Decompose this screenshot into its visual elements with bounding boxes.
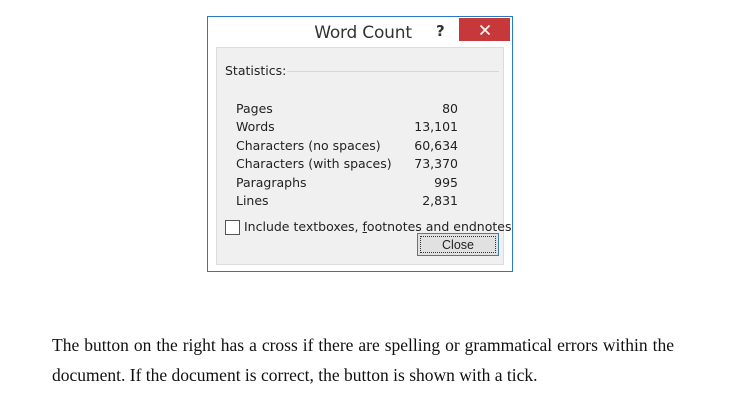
stat-value: 73,370 bbox=[414, 156, 458, 171]
stat-row-characters-with-spaces: Characters (with spaces) 73,370 bbox=[236, 156, 458, 174]
stat-row-characters-no-spaces: Characters (no spaces) 60,634 bbox=[236, 138, 458, 156]
include-textboxes-checkbox[interactable] bbox=[225, 220, 240, 235]
statistics-label: Statistics: bbox=[225, 63, 287, 78]
dialog-client-area: Statistics: Pages 80 Words 13,101 Charac… bbox=[216, 47, 511, 265]
help-button[interactable]: ? bbox=[436, 22, 445, 40]
stat-label: Paragraphs bbox=[236, 175, 307, 190]
stat-value: 13,101 bbox=[414, 119, 458, 134]
close-icon bbox=[479, 24, 490, 35]
close-button[interactable]: Close bbox=[417, 233, 499, 256]
close-window-button[interactable] bbox=[459, 18, 510, 41]
stat-row-words: Words 13,101 bbox=[236, 119, 458, 137]
checkbox-label-before: Include textboxes, bbox=[244, 219, 363, 234]
checkbox-label-after: ootnotes and endnotes bbox=[366, 219, 512, 234]
include-textboxes-label[interactable]: Include textboxes, footnotes and endnote… bbox=[244, 219, 511, 234]
stat-label: Characters (with spaces) bbox=[236, 156, 392, 171]
stat-row-pages: Pages 80 bbox=[236, 101, 458, 119]
stat-row-lines: Lines 2,831 bbox=[236, 193, 458, 211]
word-count-dialog: Word Count ? Statistics: Pages 80 Words … bbox=[207, 16, 513, 272]
statistics-divider bbox=[287, 71, 499, 72]
stat-label: Lines bbox=[236, 193, 269, 208]
stat-row-paragraphs: Paragraphs 995 bbox=[236, 175, 458, 193]
stat-value: 60,634 bbox=[414, 138, 458, 153]
stat-value: 80 bbox=[442, 101, 458, 116]
stat-label: Words bbox=[236, 119, 275, 134]
stat-label: Pages bbox=[236, 101, 273, 116]
document-paragraph: The button on the right has a cross if t… bbox=[52, 335, 674, 385]
stat-value: 2,831 bbox=[422, 193, 458, 208]
stat-value: 995 bbox=[434, 175, 458, 190]
stat-label: Characters (no spaces) bbox=[236, 138, 381, 153]
dialog-titlebar[interactable]: Word Count ? bbox=[208, 17, 512, 47]
